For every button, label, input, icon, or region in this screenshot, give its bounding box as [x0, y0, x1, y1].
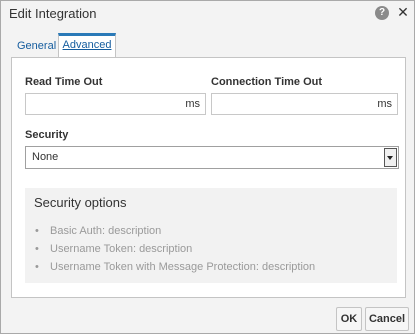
- bullet-icon: •: [35, 225, 39, 237]
- dialog-titlebar: Edit Integration ? ✕: [1, 1, 414, 27]
- connection-timeout-unit: ms: [377, 98, 392, 110]
- security-option-item: • Username Token: description: [35, 243, 193, 255]
- security-label: Security: [25, 129, 69, 141]
- read-timeout-input[interactable]: ms: [25, 93, 206, 115]
- connection-timeout-input[interactable]: ms: [211, 93, 398, 115]
- bullet-icon: •: [35, 261, 39, 273]
- security-option-item: • Basic Auth: description: [35, 225, 162, 237]
- chevron-down-icon[interactable]: [384, 148, 397, 167]
- security-select[interactable]: None: [25, 146, 399, 169]
- dialog-title: Edit Integration: [9, 6, 97, 21]
- help-icon[interactable]: ?: [375, 6, 389, 20]
- tab-general[interactable]: General: [17, 33, 56, 57]
- advanced-panel: Read Time Out ms Connection Time Out ms …: [11, 57, 406, 298]
- tab-advanced[interactable]: Advanced: [58, 33, 116, 59]
- security-select-value: None: [32, 151, 59, 163]
- security-option-item: • Username Token with Message Protection:…: [35, 261, 316, 273]
- security-options-title: Security options: [34, 195, 127, 210]
- connection-timeout-label: Connection Time Out: [211, 76, 323, 88]
- cancel-button[interactable]: Cancel: [365, 307, 409, 331]
- edit-integration-dialog: Edit Integration ? ✕ General Advanced Re…: [0, 0, 415, 334]
- tab-bar: General Advanced: [11, 33, 404, 59]
- ok-button[interactable]: OK: [336, 307, 362, 331]
- read-timeout-label: Read Time Out: [25, 76, 103, 88]
- read-timeout-unit: ms: [185, 98, 200, 110]
- security-options-box: Security options • Basic Auth: descriptio…: [25, 188, 397, 283]
- bullet-icon: •: [35, 243, 39, 255]
- close-icon[interactable]: ✕: [396, 4, 410, 20]
